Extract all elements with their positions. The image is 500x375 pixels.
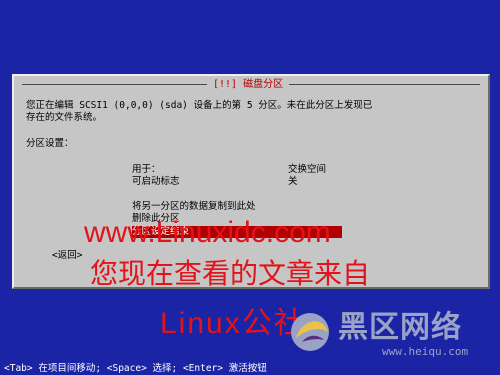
back-button[interactable]: <返回>	[52, 250, 82, 262]
dialog-title: [!!] 磁盘分区	[207, 78, 290, 91]
setting-bootable-label[interactable]: 可启动标志	[132, 176, 180, 188]
site-logo: 黑区网络 www.heiqu.com	[288, 308, 496, 360]
watermark-site: www.Linuxidc.com	[84, 216, 331, 249]
logo-url: www.heiqu.com	[382, 345, 469, 358]
setting-bootable-value[interactable]: 关	[288, 176, 298, 188]
setting-use-label[interactable]: 用于：	[132, 164, 161, 176]
description-line-1: 您正在编辑 SCSI1 (0,0,0) (sda) 设备上的第 5 分区。未在此…	[26, 100, 373, 111]
logo-name: 黑区网络	[338, 310, 462, 345]
section-label: 分区设置：	[26, 138, 74, 149]
setting-use-value[interactable]: 交换空间	[288, 164, 326, 176]
logo-icon	[291, 313, 329, 351]
description-line-2: 存在的文件系统。	[26, 112, 103, 123]
action-copy-partition[interactable]: 将另一分区的数据复制到此处	[132, 201, 256, 213]
watermark-line-2: 您现在查看的文章来自	[90, 258, 371, 289]
key-hint-bar: <Tab> 在项目间移动; <Space> 选择; <Enter> 激活按钮	[4, 363, 267, 374]
watermark-line-3: Linux公社	[160, 307, 306, 340]
